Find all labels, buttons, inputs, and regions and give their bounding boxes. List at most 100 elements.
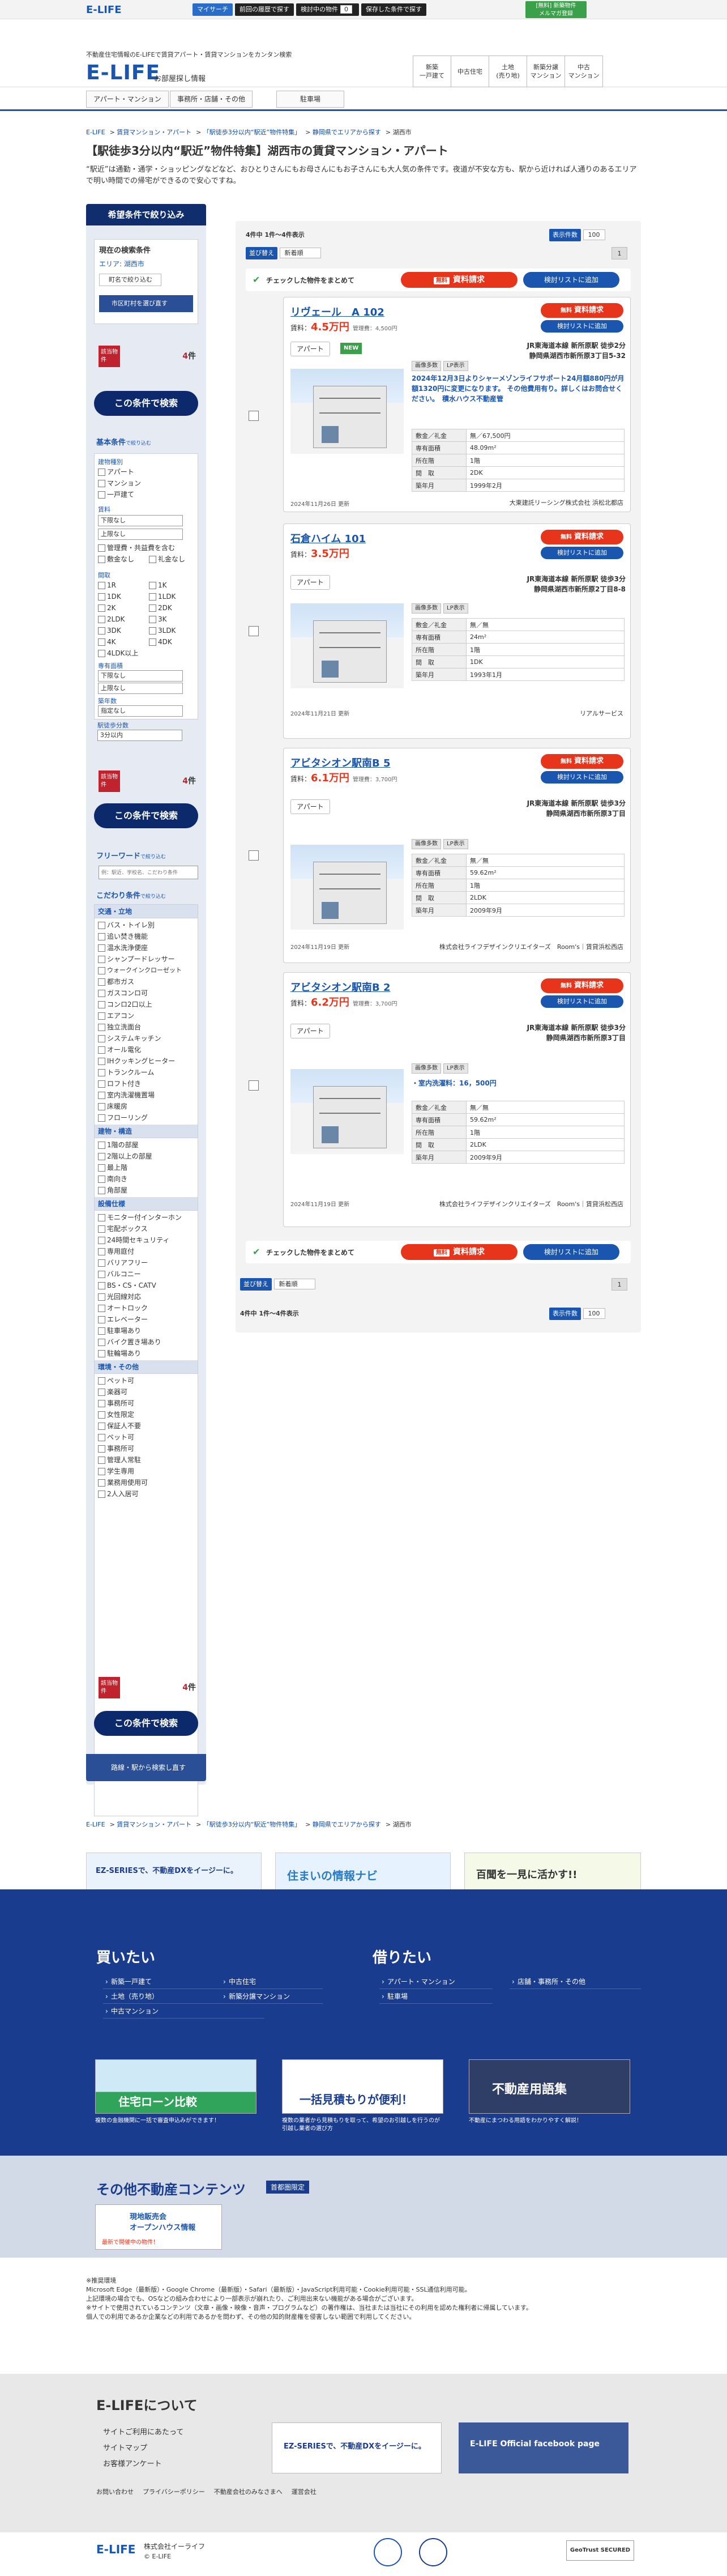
- footer-link[interactable]: 新築分譲マンション: [221, 1989, 323, 2004]
- feature-checkbox[interactable]: バルコニー: [95, 1268, 198, 1280]
- mypage-button[interactable]: マイサーチ: [193, 3, 233, 16]
- about-link[interactable]: サイトマップ: [103, 2441, 183, 2456]
- feature-checkbox[interactable]: 床暖房: [95, 1101, 198, 1112]
- history-button[interactable]: 前回の履歴で探す: [235, 3, 294, 16]
- feature-checkbox[interactable]: バイク置き場あり: [95, 1336, 198, 1348]
- request-button[interactable]: 無料 資料請求: [541, 530, 623, 544]
- rent-min-select[interactable]: 下限なし: [98, 515, 183, 526]
- feature-checkbox[interactable]: 保証人不要: [95, 1420, 198, 1432]
- type-apartment-checkbox[interactable]: アパート: [95, 466, 196, 478]
- feature-checkbox[interactable]: 業務用使用可: [95, 1477, 198, 1488]
- feature-checkbox[interactable]: エレベーター: [95, 1314, 198, 1325]
- bulk-compare-button[interactable]: 検討リストに追加: [523, 272, 619, 288]
- page-number[interactable]: 1: [611, 247, 627, 259]
- bulk-request-button[interactable]: 無料 資料請求: [401, 1244, 518, 1260]
- feature-checkbox[interactable]: 室内洗濯機置場: [95, 1089, 198, 1101]
- layout-checkbox[interactable]: 2K: [95, 602, 146, 614]
- layout-checkbox[interactable]: 2DK: [146, 602, 196, 614]
- feature-checkbox[interactable]: オール電化: [95, 1044, 198, 1055]
- small-logo[interactable]: E-LIFE: [86, 4, 122, 16]
- layout-checkbox[interactable]: 1K: [146, 580, 196, 591]
- include-fee-checkbox[interactable]: 管理費・共益費を含む: [95, 542, 196, 553]
- feature-checkbox[interactable]: バス・トイレ別: [95, 919, 198, 931]
- feature-checkbox[interactable]: 専用庭付: [95, 1246, 198, 1257]
- viewed-button[interactable]: 検討中の物件 0: [296, 3, 359, 16]
- breadcrumb-item[interactable]: 静岡県でエリアから探す: [313, 1821, 381, 1828]
- bulk-compare-button[interactable]: 検討リストに追加: [523, 1244, 619, 1260]
- property-photo[interactable]: [290, 369, 404, 454]
- feature-checkbox[interactable]: 24時間セキュリティ: [95, 1234, 198, 1246]
- feature-checkbox[interactable]: ロフト付き: [95, 1078, 198, 1089]
- facebook-banner[interactable]: E-LIFE Official facebook page: [459, 2422, 628, 2473]
- search-with-conditions-button[interactable]: この条件で検索: [94, 1711, 198, 1736]
- feature-checkbox[interactable]: フローリング: [95, 1112, 198, 1123]
- sort-select[interactable]: 新着順: [273, 1279, 315, 1289]
- feature-checkbox[interactable]: IHクッキングヒーター: [95, 1055, 198, 1067]
- company-name[interactable]: 大東建託リーシング株式会社 浜松北都店: [510, 498, 623, 507]
- search-with-conditions-button[interactable]: この条件で検索: [94, 391, 198, 416]
- feature-checkbox[interactable]: 事務所可: [95, 1398, 198, 1409]
- breadcrumb-item[interactable]: 静岡県でエリアから探す: [313, 129, 381, 136]
- bottom-logo[interactable]: E-LIFE: [96, 2543, 135, 2556]
- search-with-conditions-button[interactable]: この条件で検索: [94, 803, 198, 828]
- feature-checkbox[interactable]: 管理人常駐: [95, 1454, 198, 1466]
- about-link[interactable]: サイトご利用にあたって: [103, 2425, 183, 2441]
- layout-checkbox[interactable]: 1DK: [95, 591, 146, 602]
- policy-link[interactable]: プライバシーポリシー: [143, 2487, 205, 2496]
- cat-land[interactable]: 土地 (売り地): [489, 56, 527, 87]
- tab-apartment[interactable]: アパート・マンション: [86, 91, 169, 108]
- listing-title[interactable]: アビタシオン駅南B 2: [290, 980, 391, 994]
- policy-link[interactable]: 不動産会社のみなさまへ: [214, 2487, 283, 2496]
- bulk-request-button[interactable]: 無料 資料請求: [401, 272, 518, 288]
- footer-link[interactable]: 中古マンション: [103, 2004, 264, 2019]
- sort-select[interactable]: 新着順: [279, 248, 321, 258]
- company-name[interactable]: 株式会社ライフデザインクリエイターズ Room's｜賃貸浜松西店: [439, 1199, 623, 1208]
- saved-search-button[interactable]: 保存した条件で探す: [361, 3, 426, 16]
- breadcrumb-item[interactable]: 賃貸マンション・アパート: [117, 129, 191, 136]
- layout-checkbox[interactable]: 1R: [95, 580, 146, 591]
- listing-checkbox[interactable]: [249, 411, 259, 421]
- reselect-city-button[interactable]: 市区町村を選び直す: [99, 295, 193, 312]
- policy-link[interactable]: お問い合わせ: [96, 2487, 134, 2496]
- geotrust-badge[interactable]: GeoTrust SECURED: [566, 2540, 634, 2561]
- listing-checkbox[interactable]: [249, 1080, 259, 1091]
- footer-link[interactable]: アパート・マンション: [379, 1974, 493, 1989]
- feature-checkbox[interactable]: 1階の部屋: [95, 1139, 198, 1151]
- newsletter-button[interactable]: [無料] 新築物件 メルマガ登録: [525, 1, 587, 18]
- feature-checkbox[interactable]: システムキッチン: [95, 1033, 198, 1044]
- feature-checkbox[interactable]: エアコン: [95, 1010, 198, 1021]
- request-button[interactable]: 無料 資料請求: [541, 754, 623, 769]
- tab-office[interactable]: 事務所・店舗・その他: [170, 91, 253, 108]
- company-name[interactable]: 株式会社ライフデザインクリエイターズ Room's｜賃貸浜松西店: [439, 942, 623, 951]
- footer-link[interactable]: 駐車場: [379, 1989, 493, 2004]
- feature-checkbox[interactable]: 楽器可: [95, 1386, 198, 1398]
- feature-checkbox[interactable]: 都市ガス: [95, 976, 198, 987]
- layout-checkbox[interactable]: 4K: [95, 636, 146, 648]
- feature-checkbox[interactable]: ウォークインクローゼット: [95, 965, 198, 976]
- layout-checkbox[interactable]: 3DK: [95, 625, 146, 636]
- moving-banner[interactable]: 一括見積もりが便利！: [282, 2059, 443, 2114]
- feature-checkbox[interactable]: 2階以上の部屋: [95, 1151, 198, 1162]
- section-environment[interactable]: 環境・その他: [95, 1360, 198, 1374]
- feature-checkbox[interactable]: バリアフリー: [95, 1257, 198, 1268]
- layout-checkbox[interactable]: 4DK: [146, 636, 196, 648]
- layout-checkbox[interactable]: 3K: [146, 614, 196, 625]
- compare-button[interactable]: 検討リストに追加: [541, 995, 623, 1008]
- about-link[interactable]: お客様アンケート: [103, 2456, 183, 2472]
- footer-link[interactable]: 中古住宅: [221, 1974, 323, 1989]
- feature-checkbox[interactable]: コンロ2口以上: [95, 999, 198, 1010]
- loan-banner[interactable]: 住宅ローン比較: [95, 2059, 256, 2114]
- request-button[interactable]: 無料 資料請求: [541, 303, 623, 318]
- per-page-select[interactable]: 100: [583, 1308, 605, 1319]
- area-max-select[interactable]: 上限なし: [98, 683, 183, 694]
- feature-checkbox[interactable]: 2人入居可: [95, 1488, 198, 1500]
- cat-new-house[interactable]: 新築 一戸建て: [413, 56, 451, 87]
- property-photo[interactable]: [290, 603, 404, 688]
- request-button[interactable]: 無料 資料請求: [541, 978, 623, 993]
- feature-checkbox[interactable]: 女性限定: [95, 1409, 198, 1420]
- feature-checkbox[interactable]: 光回線対応: [95, 1291, 198, 1302]
- feature-checkbox[interactable]: BS・CS・CATV: [95, 1280, 198, 1291]
- listing-title[interactable]: 石倉ハイム 101: [290, 531, 366, 546]
- age-select[interactable]: 指定なし: [98, 705, 183, 717]
- feature-checkbox[interactable]: 駐車場あり: [95, 1325, 198, 1336]
